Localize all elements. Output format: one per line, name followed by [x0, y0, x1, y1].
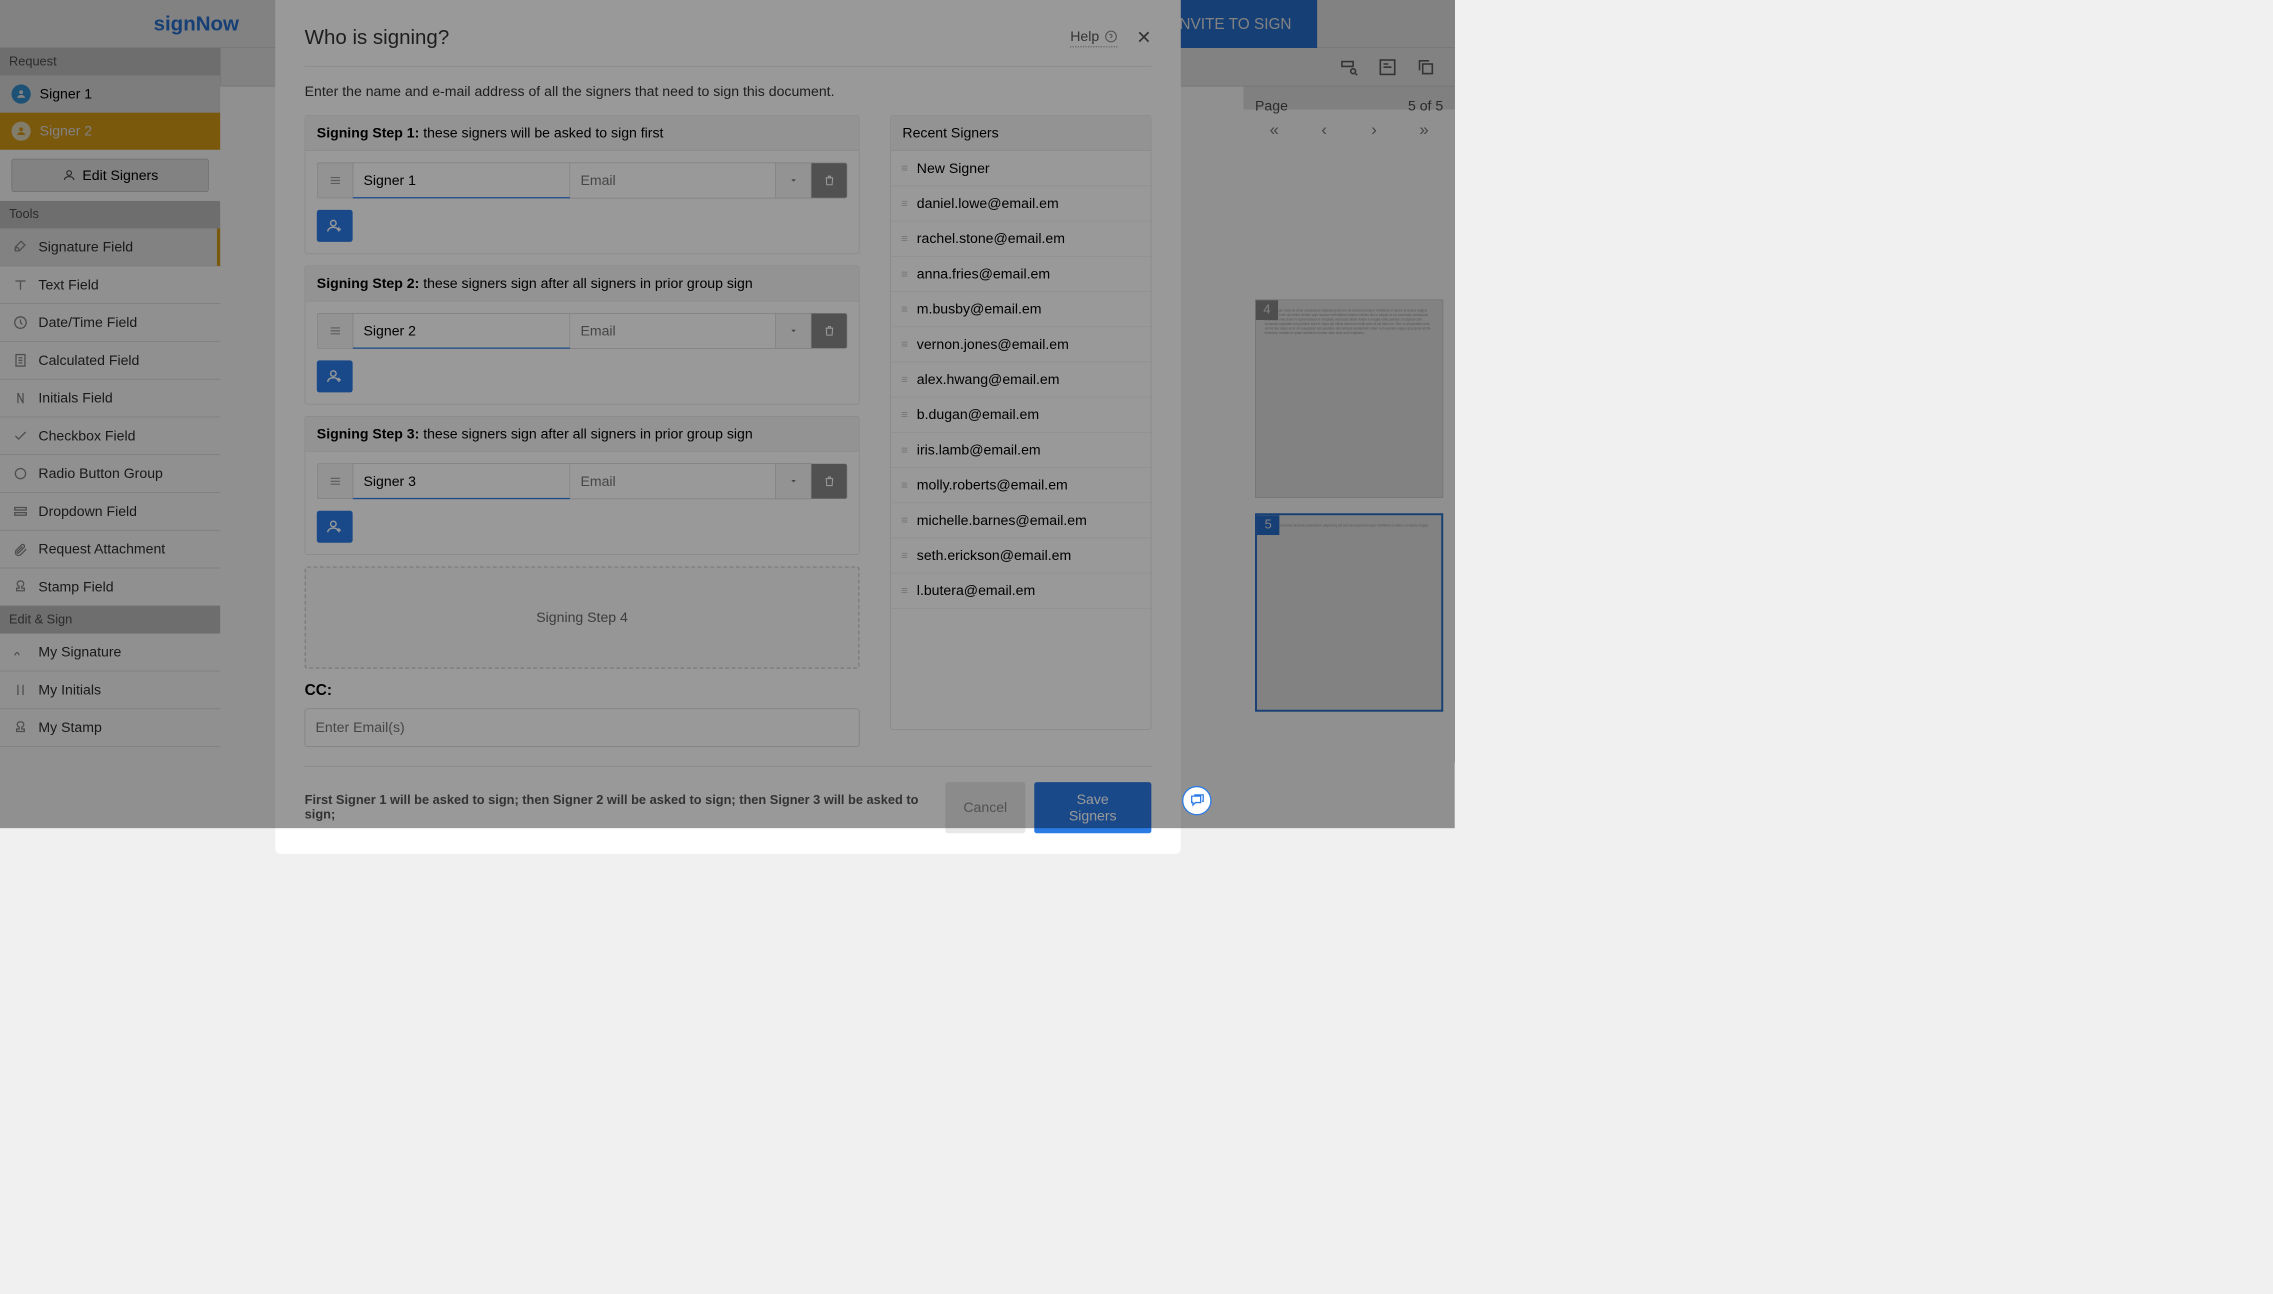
- modal-overlay: [0, 0, 1455, 828]
- chat-icon: [1189, 793, 1204, 808]
- feedback-button[interactable]: [1182, 786, 1211, 815]
